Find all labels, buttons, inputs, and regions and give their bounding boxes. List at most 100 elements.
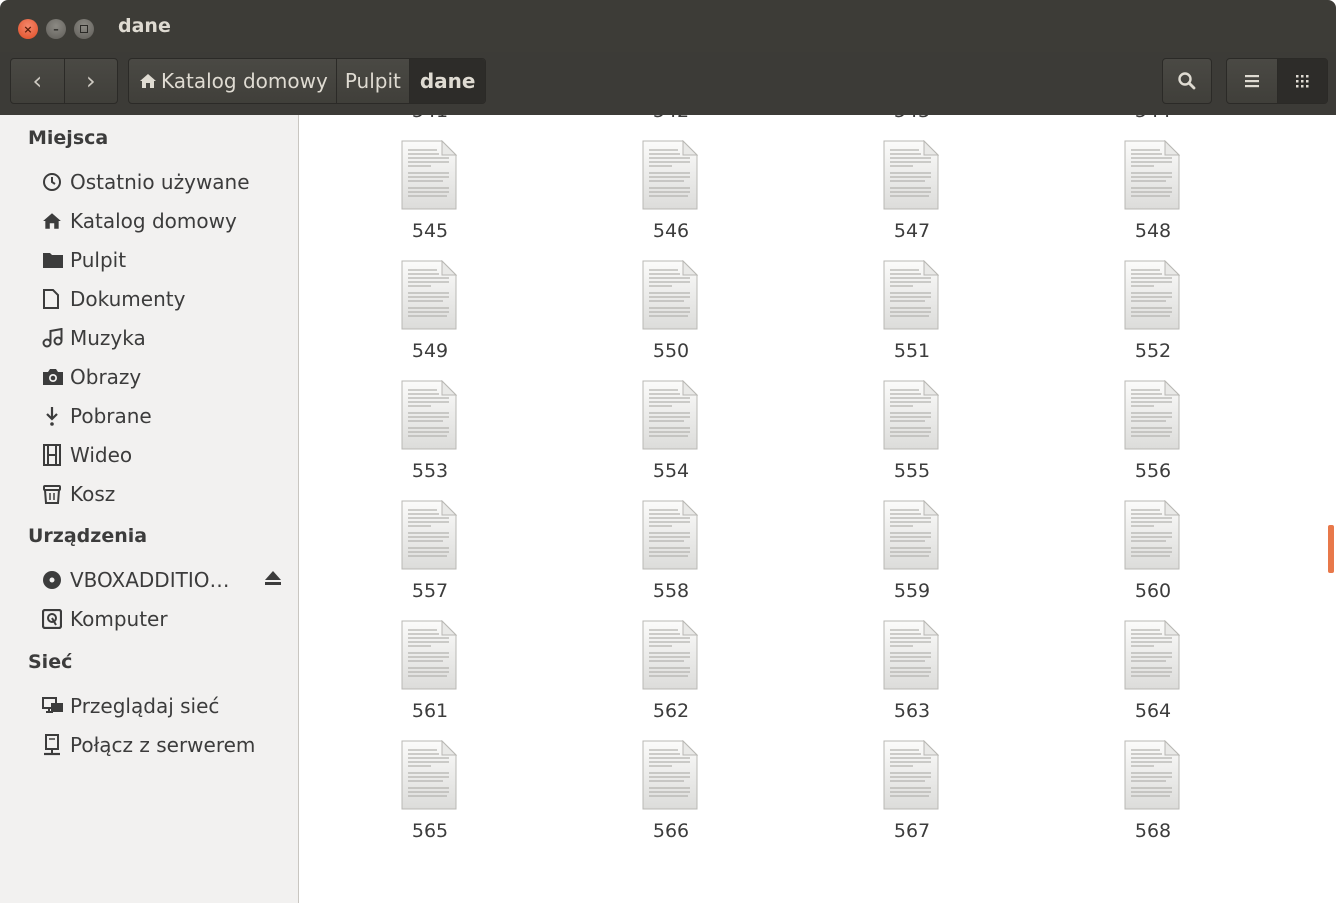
- sidebar-item-label: Dokumenty: [70, 287, 186, 311]
- camera-icon: [42, 368, 70, 386]
- breadcrumb-pulpit[interactable]: Pulpit: [337, 59, 410, 103]
- text-file-icon: [401, 739, 458, 810]
- file-item[interactable]: 555: [837, 379, 947, 490]
- file-item[interactable]: 567: [837, 739, 947, 850]
- minimize-icon: –: [53, 22, 59, 36]
- sidebar-item-trash[interactable]: Kosz: [42, 479, 292, 509]
- text-file-icon: [883, 499, 940, 570]
- sidebar-item-videos[interactable]: Wideo: [42, 440, 292, 470]
- network-icon: [42, 696, 70, 716]
- file-item[interactable]: 547: [837, 139, 947, 250]
- file-grid: 541 542 543 544: [300, 115, 1336, 903]
- file-item[interactable]: 549: [355, 259, 465, 370]
- file-item[interactable]: 557: [355, 499, 465, 610]
- file-name: 547: [893, 220, 931, 242]
- file-name: 551: [893, 340, 931, 362]
- eject-icon[interactable]: [264, 570, 282, 591]
- text-file-icon: [642, 619, 699, 690]
- file-item[interactable]: 561: [355, 619, 465, 730]
- text-file-icon: [883, 739, 940, 810]
- title-bar: × – dane: [0, 0, 1336, 52]
- sidebar: Miejsca Ostatnio używane Katalog domowy …: [0, 115, 299, 903]
- file-item[interactable]: 553: [355, 379, 465, 490]
- search-button[interactable]: [1162, 58, 1212, 104]
- sidebar-item-label: Przeglądaj sieć: [70, 694, 220, 718]
- file-name: 552: [1134, 340, 1172, 362]
- file-item[interactable]: 559: [837, 499, 947, 610]
- file-name: 550: [652, 340, 690, 362]
- text-file-icon: [1124, 739, 1181, 810]
- file-item[interactable]: 551: [837, 259, 947, 370]
- sidebar-item-computer[interactable]: Komputer: [42, 604, 292, 634]
- sidebar-item-connect-server[interactable]: Połącz z serwerem: [42, 730, 292, 760]
- text-file-icon: [1124, 379, 1181, 450]
- file-name: 563: [893, 700, 931, 722]
- file-item[interactable]: 541: [355, 115, 465, 130]
- breadcrumb-dane[interactable]: dane: [409, 59, 486, 103]
- file-name: 544: [1078, 115, 1228, 122]
- window-title: dane: [118, 15, 171, 37]
- folder-icon: [42, 251, 70, 269]
- file-item[interactable]: 562: [596, 619, 706, 730]
- file-item[interactable]: 552: [1078, 259, 1188, 370]
- file-item[interactable]: 563: [837, 619, 947, 730]
- back-button[interactable]: ‹: [11, 59, 65, 103]
- file-item[interactable]: 566: [596, 739, 706, 850]
- file-name: 549: [411, 340, 449, 362]
- text-file-icon: [883, 259, 940, 330]
- sidebar-item-music[interactable]: Muzyka: [42, 323, 292, 353]
- text-file-icon: [642, 259, 699, 330]
- grid-view-button[interactable]: [1277, 59, 1327, 103]
- file-item[interactable]: 548: [1078, 139, 1188, 250]
- text-file-icon: [401, 619, 458, 690]
- file-item[interactable]: 545: [355, 139, 465, 250]
- sidebar-item-desktop[interactable]: Pulpit: [42, 245, 292, 275]
- list-view-button[interactable]: [1227, 59, 1278, 103]
- download-icon: [42, 405, 70, 427]
- file-name: 546: [652, 220, 690, 242]
- scrollbar-indicator[interactable]: [1328, 525, 1334, 573]
- file-item[interactable]: 543: [837, 115, 947, 130]
- sidebar-item-documents[interactable]: Dokumenty: [42, 284, 292, 314]
- sidebar-item-downloads[interactable]: Pobrane: [42, 401, 292, 431]
- file-name: 555: [893, 460, 931, 482]
- file-name: 566: [652, 820, 690, 842]
- file-item[interactable]: 565: [355, 739, 465, 850]
- sidebar-item-label: Pobrane: [70, 404, 152, 428]
- chevron-left-icon: ‹: [32, 67, 43, 95]
- file-item[interactable]: 560: [1078, 499, 1188, 610]
- close-window-button[interactable]: ×: [18, 19, 38, 39]
- clock-icon: [42, 172, 70, 192]
- disc-icon: [42, 570, 70, 590]
- file-item[interactable]: 564: [1078, 619, 1188, 730]
- trash-icon: [42, 483, 70, 505]
- sidebar-item-label: Muzyka: [70, 326, 146, 350]
- sidebar-item-browse-network[interactable]: Przeglądaj sieć: [42, 691, 292, 721]
- file-item[interactable]: 544: [1078, 115, 1188, 130]
- file-name: 541: [355, 115, 505, 122]
- sidebar-item-home[interactable]: Katalog domowy: [42, 206, 292, 236]
- file-name: 565: [411, 820, 449, 842]
- breadcrumb-home[interactable]: Katalog domowy: [129, 59, 337, 103]
- sidebar-item-vboxadditions[interactable]: VBOXADDITIO…: [42, 565, 292, 595]
- sidebar-item-recent[interactable]: Ostatnio używane: [42, 167, 292, 197]
- text-file-icon: [401, 259, 458, 330]
- grid-icon: [1296, 75, 1309, 88]
- text-file-icon: [1124, 259, 1181, 330]
- file-item[interactable]: 546: [596, 139, 706, 250]
- navigation-buttons: ‹ ›: [10, 58, 118, 104]
- file-item[interactable]: 550: [596, 259, 706, 370]
- file-item[interactable]: 556: [1078, 379, 1188, 490]
- file-item[interactable]: 554: [596, 379, 706, 490]
- file-item[interactable]: 542: [596, 115, 706, 130]
- forward-button[interactable]: ›: [65, 59, 118, 103]
- sidebar-item-label: Obrazy: [70, 365, 142, 389]
- sidebar-item-pictures[interactable]: Obrazy: [42, 362, 292, 392]
- minimize-window-button[interactable]: –: [46, 19, 66, 39]
- harddisk-icon: [42, 609, 70, 629]
- file-item[interactable]: 568: [1078, 739, 1188, 850]
- file-item[interactable]: 558: [596, 499, 706, 610]
- file-name: 560: [1134, 580, 1172, 602]
- maximize-window-button[interactable]: [74, 19, 94, 39]
- home-icon: [140, 74, 156, 88]
